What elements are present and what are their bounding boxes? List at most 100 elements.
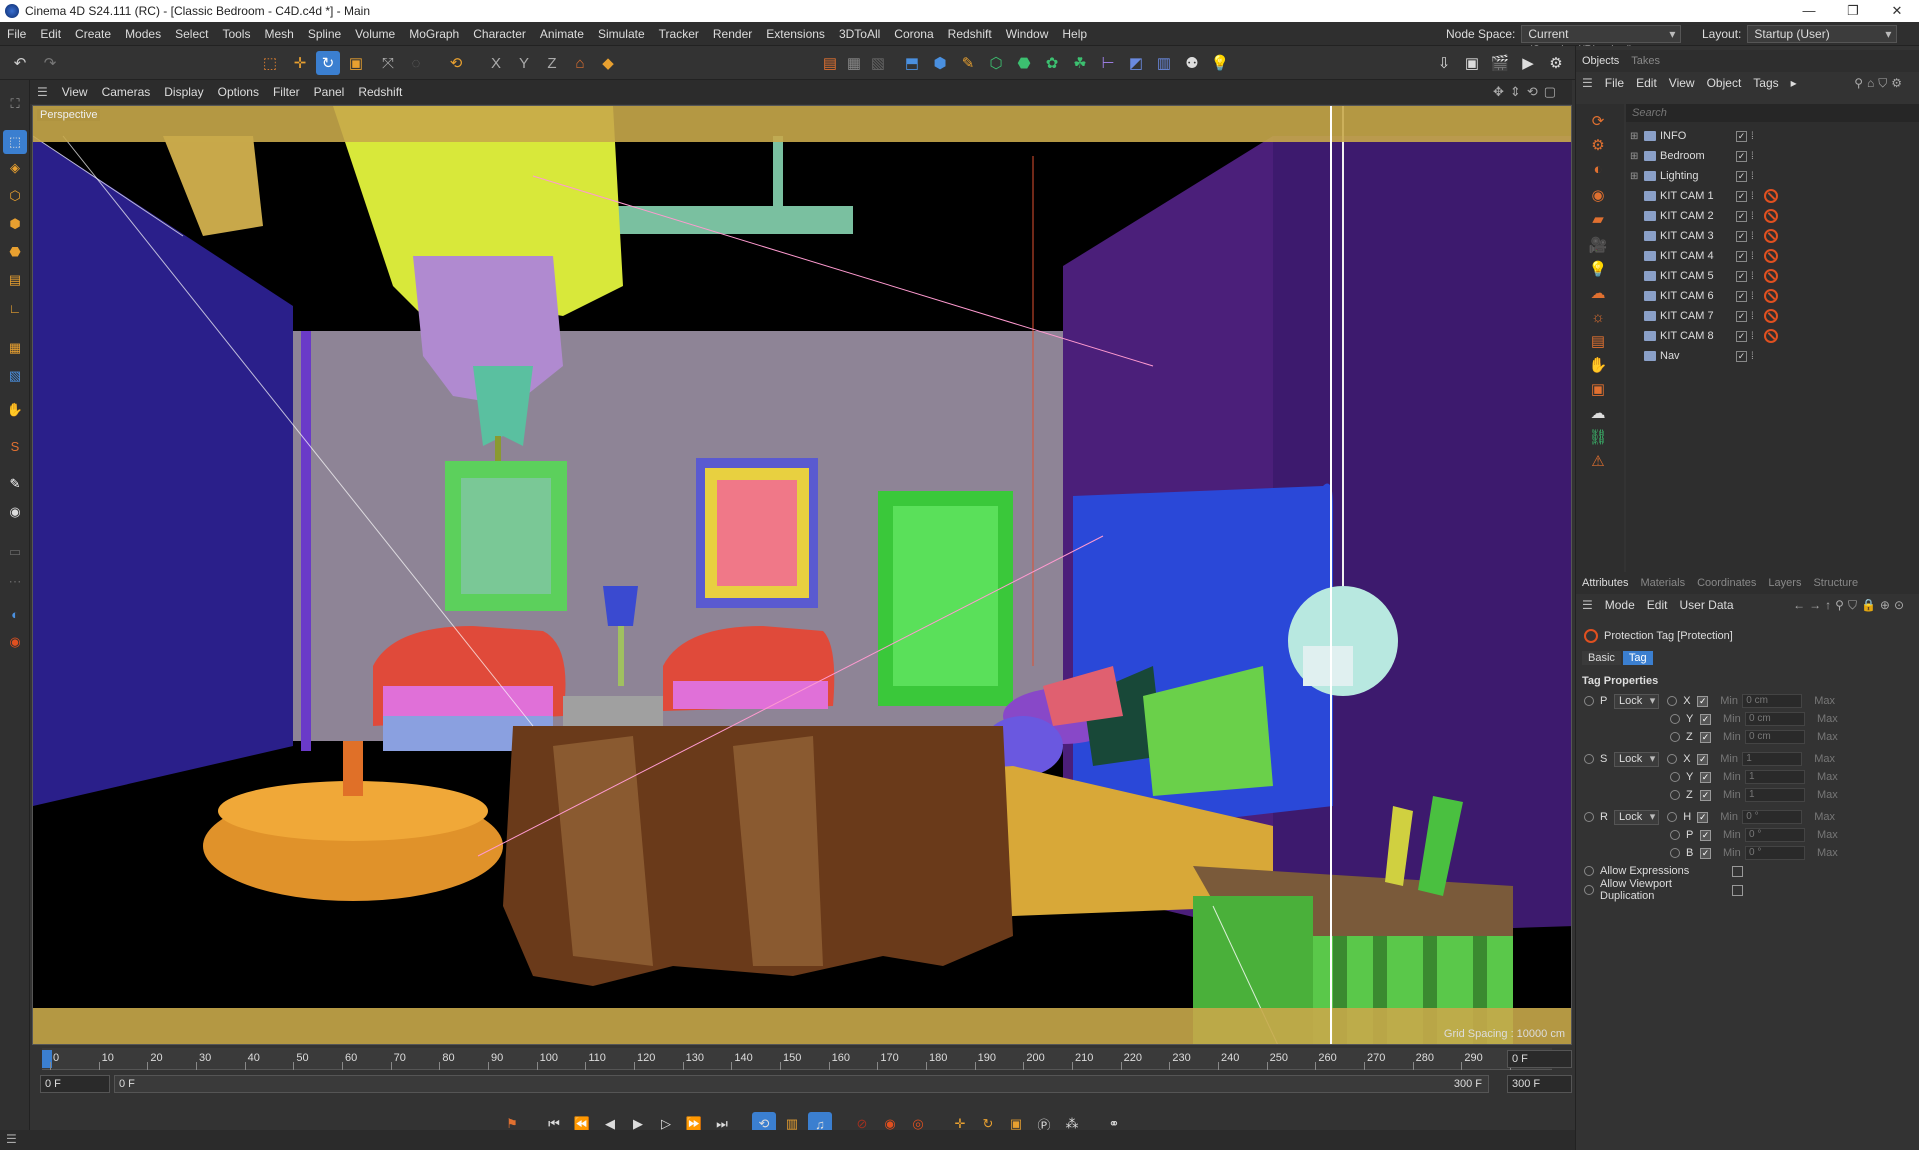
last-tool-icon[interactable]: ◌ xyxy=(404,51,428,75)
object-row[interactable]: KIT CAM 2 ✓ ⁞ xyxy=(1626,206,1919,226)
attributes-menu-edit[interactable]: Edit xyxy=(1641,598,1674,612)
object-row[interactable]: KIT CAM 7 ✓ ⁞ xyxy=(1626,306,1919,326)
objects-menu-tags[interactable]: Tags xyxy=(1747,76,1784,90)
menu-character[interactable]: Character xyxy=(466,22,533,46)
visibility-dots-icon[interactable]: ⁞ xyxy=(1751,211,1754,222)
menu-extensions[interactable]: Extensions xyxy=(759,22,832,46)
light-icon[interactable]: 💡 xyxy=(1208,51,1232,75)
min-value-field[interactable]: 1 xyxy=(1745,770,1805,784)
snap-icon[interactable]: ◆ xyxy=(596,51,620,75)
visibility-dots-icon[interactable]: ⁞ xyxy=(1751,131,1754,142)
script-icon[interactable]: S xyxy=(3,434,27,458)
viewport-menu-display[interactable]: Display xyxy=(157,85,210,99)
visibility-dots-icon[interactable]: ⁞ xyxy=(1751,271,1754,282)
solo-icon[interactable]: ◉ xyxy=(3,500,27,524)
polygons-mode-icon[interactable]: ⬣ xyxy=(3,240,27,264)
cube-primitive-icon[interactable]: ⬢ xyxy=(928,51,952,75)
transform-tool-icon[interactable]: ⤧ xyxy=(376,51,400,75)
visibility-check-icon[interactable]: ✓ xyxy=(1736,170,1747,182)
object-row[interactable]: KIT CAM 6 ✓ ⁞ xyxy=(1626,286,1919,306)
menu-help[interactable]: Help xyxy=(1055,22,1094,46)
protection-tag-icon[interactable] xyxy=(1763,329,1778,343)
min-value-field[interactable]: 1 xyxy=(1745,788,1805,802)
object-row[interactable]: Nav ✓ ⁞ xyxy=(1626,346,1919,366)
visibility-dots-icon[interactable]: ⁞ xyxy=(1751,311,1754,322)
visibility-check-icon[interactable]: ✓ xyxy=(1736,290,1747,302)
minimize-button[interactable]: — xyxy=(1787,0,1831,22)
visibility-dots-icon[interactable]: ⁞ xyxy=(1751,171,1754,182)
allow-viewport-duplication-animate-icon[interactable] xyxy=(1584,885,1594,895)
axis-lock-checkbox[interactable]: ✓ xyxy=(1700,771,1711,783)
grid-icon[interactable]: ⋯ xyxy=(3,570,27,594)
viewport-menu-view[interactable]: View xyxy=(55,85,95,99)
redshift-aov-icon[interactable]: ☁ xyxy=(1586,402,1610,424)
floor-icon[interactable]: ▥ xyxy=(1152,51,1176,75)
menu-spline[interactable]: Spline xyxy=(301,22,348,46)
min-value-field[interactable]: 0 ° xyxy=(1745,828,1805,842)
menu-edit[interactable]: Edit xyxy=(33,22,68,46)
redshift-dome-icon[interactable]: ☁ xyxy=(1586,282,1610,304)
animate-icon[interactable] xyxy=(1584,754,1594,764)
timeline-ruler[interactable]: 0 10 20 30 40 50 60 70 80 90 100 110 120 130 140 150 160… xyxy=(42,1048,1552,1070)
tab-objects[interactable]: Objects xyxy=(1576,55,1625,67)
viewport-menu-redshift[interactable]: Redshift xyxy=(351,85,409,99)
sculpt-icon[interactable]: ✋ xyxy=(3,398,27,422)
animate-icon[interactable] xyxy=(1670,848,1680,858)
objects-menu-file[interactable]: File xyxy=(1599,76,1630,90)
viewport-nav-icons[interactable]: ✥⇕⟲▢ xyxy=(1493,84,1562,100)
z-axis-lock-icon[interactable]: Z xyxy=(540,51,564,75)
subtab-tag[interactable]: Tag xyxy=(1622,651,1653,665)
expand-icon[interactable]: ⊞ xyxy=(1630,131,1640,142)
animate-icon[interactable] xyxy=(1667,754,1678,764)
lock-mode-dropdown[interactable]: Lock xyxy=(1614,693,1660,709)
tab-takes[interactable]: Takes xyxy=(1625,55,1666,67)
axis-lock-checkbox[interactable]: ✓ xyxy=(1700,731,1711,743)
attributes-menu-userdata[interactable]: User Data xyxy=(1673,598,1739,612)
viewport-menu-filter[interactable]: Filter xyxy=(266,85,307,99)
extrude-icon[interactable]: ⬣ xyxy=(1012,51,1036,75)
protection-tag-icon[interactable] xyxy=(1763,289,1778,303)
redshift-feedback-icon[interactable]: ⚠ xyxy=(1586,450,1610,472)
objects-search-tools-icon[interactable]: ⚲⌂⛉⚙ xyxy=(1848,76,1912,91)
camera-icon[interactable]: ⚉ xyxy=(1180,51,1204,75)
end-frame-field[interactable]: 300 F xyxy=(1507,1075,1572,1093)
animate-icon[interactable] xyxy=(1667,696,1678,706)
visibility-dots-icon[interactable]: ⁞ xyxy=(1751,151,1754,162)
world-coordinates-icon[interactable]: ⌂ xyxy=(568,51,592,75)
menu-modes[interactable]: Modes xyxy=(118,22,168,46)
protection-tag-icon[interactable] xyxy=(1763,249,1778,263)
objects-search-input[interactable]: Search xyxy=(1626,104,1919,122)
visibility-check-icon[interactable]: ✓ xyxy=(1736,150,1747,162)
coordinate-system-icon[interactable]: ⟲ xyxy=(444,51,468,75)
expand-icon[interactable]: ⊞ xyxy=(1630,151,1640,162)
texture-mode-icon[interactable]: ◈ xyxy=(3,156,27,180)
x-axis-lock-icon[interactable]: X xyxy=(484,51,508,75)
visibility-check-icon[interactable]: ✓ xyxy=(1736,270,1747,282)
animate-icon[interactable] xyxy=(1584,696,1594,706)
min-value-field[interactable]: 0 cm xyxy=(1742,694,1803,708)
protection-tag-icon[interactable] xyxy=(1763,269,1778,283)
restore-button[interactable]: ❐ xyxy=(1831,0,1875,22)
object-row[interactable]: KIT CAM 4 ✓ ⁞ xyxy=(1626,246,1919,266)
viewport-hamburger-icon[interactable]: ☰ xyxy=(30,85,55,99)
scale-tool-icon[interactable]: ▣ xyxy=(344,51,368,75)
select-tool-icon[interactable]: ⬚ xyxy=(258,51,282,75)
menu-render[interactable]: Render xyxy=(706,22,759,46)
redshift-camera-icon[interactable]: 🎥 xyxy=(1586,234,1610,256)
render-view-icon[interactable]: ▤ xyxy=(818,51,842,75)
menu-select[interactable]: Select xyxy=(168,22,215,46)
protection-tag-icon[interactable] xyxy=(1763,309,1778,323)
cloner-icon[interactable]: ✿ xyxy=(1040,51,1064,75)
menu-corona[interactable]: Corona xyxy=(887,22,940,46)
redshift-tag-icon[interactable]: ⛓ xyxy=(1586,426,1610,448)
objects-menu-object[interactable]: Object xyxy=(1701,76,1748,90)
animate-icon[interactable] xyxy=(1670,714,1680,724)
expand-icon[interactable]: ⊞ xyxy=(1630,171,1640,182)
edges-mode-icon[interactable]: ⬢ xyxy=(3,212,27,236)
deformer-icon[interactable]: ⊢ xyxy=(1096,51,1120,75)
menu-mograph[interactable]: MoGraph xyxy=(402,22,466,46)
menu-simulate[interactable]: Simulate xyxy=(591,22,652,46)
object-row[interactable]: ⊞ Bedroom ✓ ⁞ xyxy=(1626,146,1919,166)
axis-lock-checkbox[interactable]: ✓ xyxy=(1697,811,1709,823)
null-object-icon[interactable]: ⬒ xyxy=(900,51,924,75)
